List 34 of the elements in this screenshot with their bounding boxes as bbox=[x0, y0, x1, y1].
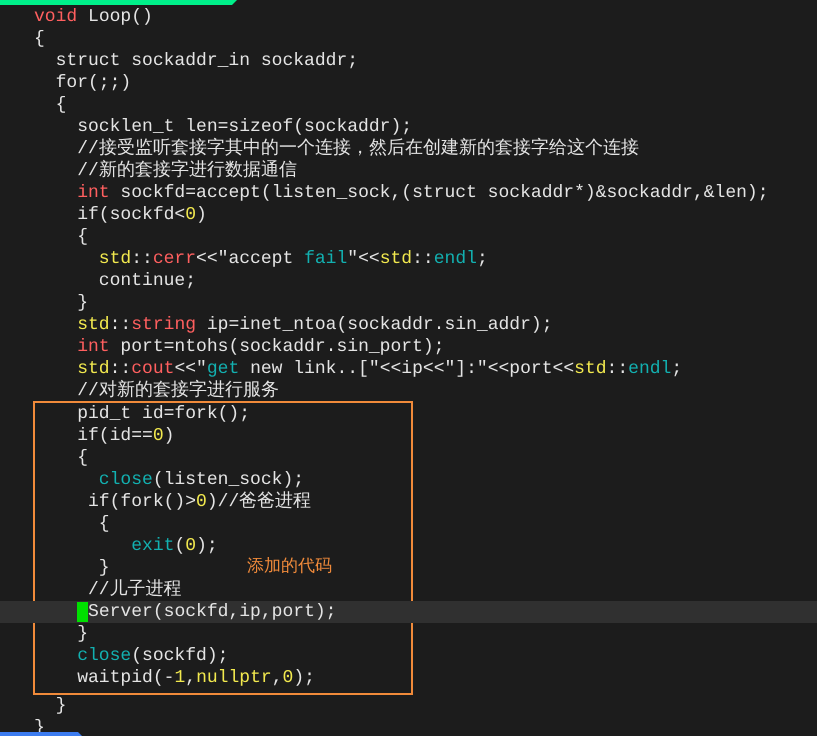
code-line: if(id==0) bbox=[76, 426, 174, 446]
code-line: for(;;) bbox=[54, 73, 132, 93]
code-line: void Loop() bbox=[34, 7, 153, 27]
annotation-label: 添加的代码 bbox=[247, 555, 332, 577]
code-line: int sockfd=accept(listen_sock,(struct sockaddr*)&sockaddr,&len); bbox=[76, 183, 769, 203]
code-line: std::cout<<"get new link..["<<ip<<"]:"<<port<<std::endl; bbox=[76, 359, 682, 379]
code-line: pid_t id=fork(); bbox=[76, 404, 250, 424]
code-line: std::cerr<<"accept fail"<<std::endl; bbox=[98, 249, 488, 269]
code-line: } bbox=[98, 558, 110, 578]
code-line: { bbox=[76, 227, 88, 247]
code-line: } bbox=[76, 624, 88, 644]
code-line: } bbox=[76, 293, 88, 313]
code-line: { bbox=[34, 29, 45, 49]
code-line: waitpid(-1,nullptr,0); bbox=[76, 668, 315, 688]
code-line: Server(sockfd,ip,port); bbox=[88, 602, 336, 622]
code-line: if(sockfd<0) bbox=[76, 205, 207, 225]
code-line: { bbox=[54, 95, 66, 115]
code-line: //对新的套接字进行服务 bbox=[76, 381, 279, 401]
code-line: int port=ntohs(sockaddr.sin_port); bbox=[76, 337, 444, 357]
file-tab[interactable] bbox=[0, 0, 237, 5]
code-line: close(listen_sock); bbox=[98, 470, 304, 490]
code-line: //新的套接字进行数据通信 bbox=[76, 161, 297, 181]
code-line: } bbox=[54, 696, 66, 716]
code-line: //儿子进程 bbox=[87, 580, 182, 600]
code-line: close(sockfd); bbox=[76, 646, 228, 666]
code-line: struct sockaddr_in sockaddr; bbox=[54, 51, 358, 71]
code-line: { bbox=[76, 448, 88, 468]
code-line: std::string ip=inet_ntoa(sockaddr.sin_addr); bbox=[76, 315, 553, 335]
code-line: socklen_t len=sizeof(sockaddr); bbox=[76, 117, 412, 137]
code-line: exit(0); bbox=[130, 536, 218, 556]
code-line: { bbox=[98, 514, 110, 534]
code-line: continue; bbox=[98, 271, 196, 291]
code-line: //接受监听套接字其中的一个连接，然后在创建新的套接字给这个连接 bbox=[76, 139, 639, 159]
code-line: if(fork()>0)//爸爸进程 bbox=[87, 492, 312, 512]
